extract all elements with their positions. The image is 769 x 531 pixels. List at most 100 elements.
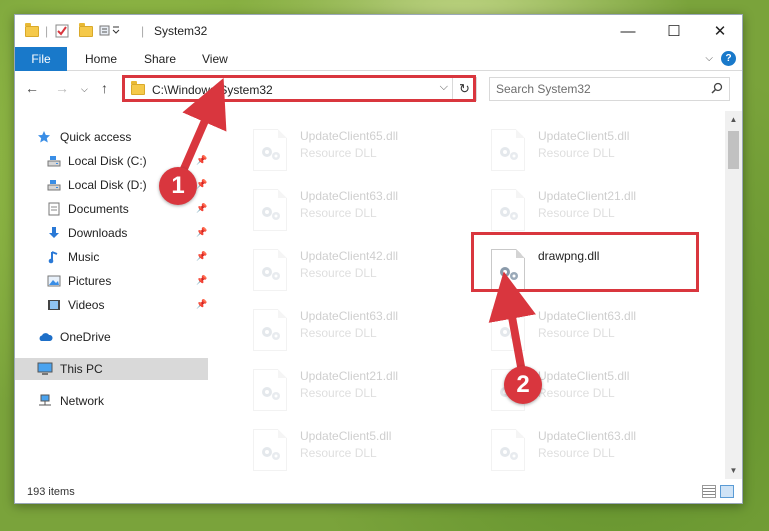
- file-item[interactable]: UpdateClient21.dll Resource DLL: [225, 365, 455, 421]
- gear-icon: [498, 264, 520, 285]
- file-type: Resource DLL: [538, 386, 615, 400]
- dll-file-icon: [253, 369, 287, 411]
- file-item[interactable]: UpdateClient42.dll Resource DLL: [225, 245, 455, 301]
- forward-arrow-icon[interactable]: →: [55, 80, 69, 96]
- file-item-drawpng[interactable]: drawpng.dll: [463, 245, 693, 301]
- file-name: UpdateClient42.dll: [300, 249, 399, 263]
- gear-icon: [260, 384, 282, 405]
- pin-icon: 📌: [196, 251, 208, 261]
- status-bar: 193 items: [15, 481, 742, 503]
- vertical-scrollbar[interactable]: ▲ ▼: [725, 111, 742, 479]
- address-dropdown-icon[interactable]: ⌵: [440, 81, 448, 94]
- toolbar-separator: |: [45, 24, 49, 38]
- sidebar-item-label: Downloads: [68, 226, 128, 240]
- dll-file-icon: [253, 429, 287, 471]
- recent-locations-icon[interactable]: ⌵: [81, 84, 88, 95]
- dll-file-icon: [253, 309, 287, 351]
- sidebar-item-downloads[interactable]: Downloads 📌: [15, 222, 208, 244]
- tab-view[interactable]: View: [202, 52, 228, 66]
- file-type: Resource DLL: [300, 146, 377, 160]
- up-arrow-icon[interactable]: ↑: [101, 80, 108, 96]
- window-title: System32: [154, 24, 208, 38]
- file-name: UpdateClient63.dll: [538, 429, 637, 443]
- back-arrow-icon[interactable]: ←: [25, 80, 39, 96]
- file-item[interactable]: UpdateClient5.dll Resource DLL: [463, 365, 693, 421]
- sidebar-item-label: Network: [60, 394, 105, 408]
- quick-access-folder-icon[interactable]: [25, 22, 39, 39]
- address-bar[interactable]: C:\Windows\System32 ⌵ ↻: [123, 77, 477, 101]
- address-path[interactable]: C:\Windows\System32: [152, 83, 273, 97]
- file-type: Resource DLL: [538, 326, 615, 340]
- sidebar-item-network[interactable]: Network: [15, 390, 208, 412]
- gear-icon: [498, 444, 520, 465]
- pin-icon: 📌: [196, 155, 208, 165]
- sidebar-item-this-pc[interactable]: This PC: [15, 358, 208, 380]
- file-item[interactable]: UpdateClient5.dll Resource DLL: [463, 125, 693, 181]
- sidebar-item-pictures[interactable]: Pictures 📌: [15, 270, 208, 292]
- file-item[interactable]: UpdateClient63.dll Resource DLL: [225, 185, 455, 241]
- drive-icon: [47, 178, 61, 192]
- file-item[interactable]: UpdateClient21.dll Resource DLL: [463, 185, 693, 241]
- dll-file-icon: [253, 189, 287, 231]
- maximize-button[interactable]: ☐: [651, 15, 697, 47]
- file-item[interactable]: UpdateClient63.dll Resource DLL: [463, 305, 693, 361]
- close-button[interactable]: ✕: [697, 15, 743, 47]
- customize-toolbar-icon[interactable]: [99, 23, 121, 39]
- dll-file-icon: [491, 309, 525, 351]
- search-box[interactable]: [489, 77, 730, 101]
- file-item[interactable]: UpdateClient63.dll Resource DLL: [463, 425, 693, 473]
- documents-icon: [47, 202, 61, 216]
- refresh-button[interactable]: ↻: [452, 78, 476, 100]
- new-folder-icon[interactable]: [79, 22, 93, 39]
- file-type: Resource DLL: [300, 326, 377, 340]
- ribbon-tabs: File Home Share View ⌵ ?: [15, 47, 742, 71]
- sidebar-item-onedrive[interactable]: OneDrive: [15, 326, 208, 348]
- file-name: UpdateClient21.dll: [538, 189, 637, 203]
- file-type: Resource DLL: [538, 206, 615, 220]
- dll-file-icon: [253, 249, 287, 291]
- dll-file-icon: [253, 129, 287, 171]
- file-list: UpdateClient65.dll Resource DLL UpdateClie…: [208, 111, 725, 473]
- scroll-down-icon[interactable]: ▼: [725, 462, 742, 479]
- details-view-icon[interactable]: [702, 485, 716, 498]
- search-icon[interactable]: [711, 82, 723, 97]
- tab-file[interactable]: File: [15, 47, 67, 71]
- sidebar-item-label: Pictures: [68, 274, 112, 288]
- tab-share[interactable]: Share: [144, 52, 176, 66]
- star-icon: [37, 130, 51, 144]
- minimize-button[interactable]: —: [605, 15, 651, 47]
- gear-icon: [260, 144, 282, 165]
- gear-icon: [260, 444, 282, 465]
- sidebar-item-label: Music: [68, 250, 100, 264]
- title-separator: |: [141, 24, 145, 38]
- sidebar-item-quick-access[interactable]: Quick access: [15, 126, 208, 148]
- sidebar-item-music[interactable]: Music 📌: [15, 246, 208, 268]
- file-explorer-window: | | System32 — ☐ ✕ File Home Share View …: [14, 14, 743, 504]
- file-name: UpdateClient63.dll: [538, 309, 637, 323]
- search-input[interactable]: [496, 81, 706, 97]
- expand-ribbon-icon[interactable]: ⌵: [705, 53, 713, 64]
- scroll-up-icon[interactable]: ▲: [725, 111, 742, 128]
- help-icon[interactable]: ?: [721, 51, 736, 66]
- file-type: Resource DLL: [300, 266, 377, 280]
- videos-icon: [47, 298, 61, 312]
- title-bar: | | System32 — ☐ ✕: [15, 15, 742, 47]
- file-type: Resource DLL: [300, 446, 377, 460]
- file-item[interactable]: UpdateClient63.dll Resource DLL: [225, 305, 455, 361]
- file-type: Resource DLL: [300, 206, 377, 220]
- file-type: Resource DLL: [538, 146, 615, 160]
- file-item[interactable]: UpdateClient5.dll Resource DLL: [225, 425, 455, 473]
- file-name: UpdateClient5.dll: [538, 369, 630, 383]
- music-icon: [47, 250, 61, 264]
- dll-file-icon: [491, 249, 525, 291]
- large-icons-view-icon[interactable]: [720, 485, 734, 498]
- tab-home[interactable]: Home: [85, 52, 117, 66]
- scroll-thumb[interactable]: [728, 131, 739, 169]
- properties-icon[interactable]: [55, 23, 69, 39]
- file-item[interactable]: UpdateClient65.dll Resource DLL: [225, 125, 455, 181]
- computer-icon: [37, 362, 53, 376]
- sidebar-item-videos[interactable]: Videos 📌: [15, 294, 208, 316]
- dll-file-icon: [491, 429, 525, 471]
- item-count: 193 items: [27, 486, 75, 498]
- pin-icon: 📌: [196, 179, 208, 189]
